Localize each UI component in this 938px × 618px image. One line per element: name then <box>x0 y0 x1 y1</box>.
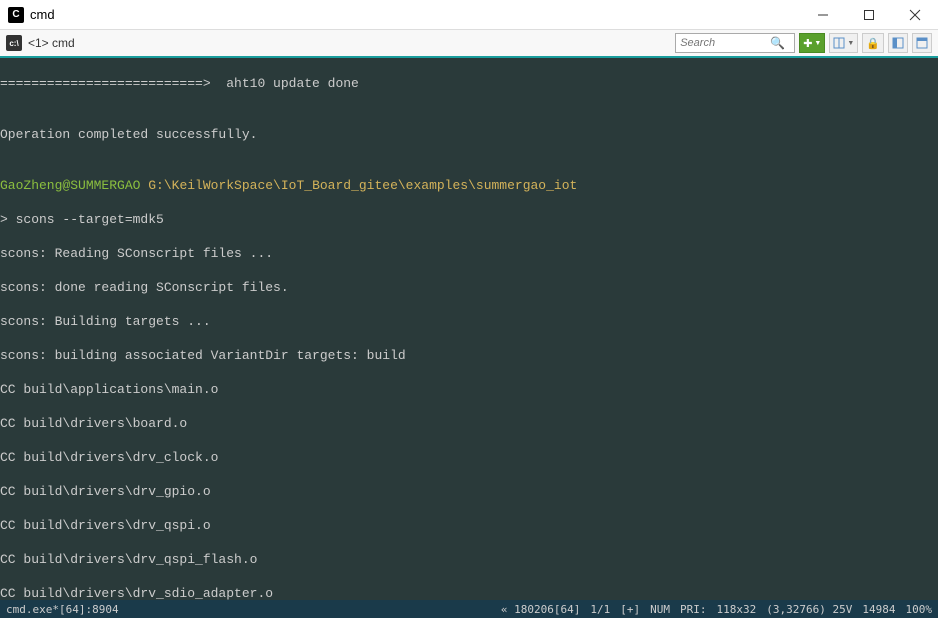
terminal-line: CC build\drivers\drv_qspi_flash.o <box>0 551 938 568</box>
window-controls <box>800 0 938 30</box>
maximize-button[interactable] <box>846 0 892 30</box>
prompt-user: GaoZheng@SUMMERGAO <box>0 178 140 193</box>
view-button-1[interactable] <box>888 33 908 53</box>
status-page: 1/1 <box>590 603 610 616</box>
status-bar: cmd.exe*[64]:8904 « 180206[64] 1/1 [+] N… <box>0 600 938 618</box>
terminal-output[interactable]: ==========================> aht10 update… <box>0 58 938 600</box>
status-pid: « 180206[64] <box>501 603 580 616</box>
status-plus: [+] <box>620 603 640 616</box>
terminal-line: scons: Reading SConscript files ... <box>0 245 938 262</box>
terminal-line: CC build\applications\main.o <box>0 381 938 398</box>
view-button-2[interactable] <box>912 33 932 53</box>
terminal-line: CC build\drivers\board.o <box>0 415 938 432</box>
terminal-line: ==========================> aht10 update… <box>0 75 938 92</box>
new-tab-button[interactable]: ✚▼ <box>799 33 825 53</box>
status-mem: 14984 <box>862 603 895 616</box>
terminal-line: scons: Building targets ... <box>0 313 938 330</box>
status-process: cmd.exe*[64]:8904 <box>6 603 119 616</box>
window-titlebar: C cmd <box>0 0 938 30</box>
prompt-path: G:\KeilWorkSpace\IoT_Board_gitee\example… <box>140 178 577 193</box>
tab-label[interactable]: <1> cmd <box>28 36 75 50</box>
terminal-command: > scons --target=mdk5 <box>0 211 938 228</box>
layout-button[interactable]: ▼ <box>829 33 858 53</box>
tab-icon: c:\ <box>6 35 22 51</box>
lock-button[interactable]: 🔒 <box>862 33 884 53</box>
search-icon[interactable]: 🔍 <box>770 36 785 50</box>
terminal-line: CC build\drivers\drv_qspi.o <box>0 517 938 534</box>
search-box[interactable]: 🔍 <box>675 33 795 53</box>
status-num: NUM <box>650 603 670 616</box>
status-pri: PRI: <box>680 603 707 616</box>
minimize-button[interactable] <box>800 0 846 30</box>
status-size: 118x32 <box>717 603 757 616</box>
app-icon: C <box>8 7 24 23</box>
terminal-prompt-line: GaoZheng@SUMMERGAO G:\KeilWorkSpace\IoT_… <box>0 177 938 194</box>
window-title: cmd <box>30 7 800 22</box>
terminal-line: scons: done reading SConscript files. <box>0 279 938 296</box>
terminal-line: CC build\drivers\drv_gpio.o <box>0 483 938 500</box>
status-cursor: (3,32766) 25V <box>766 603 852 616</box>
lock-icon: 🔒 <box>866 37 880 50</box>
terminal-line: CC build\drivers\drv_sdio_adapter.o <box>0 585 938 600</box>
status-zoom: 100% <box>906 603 933 616</box>
terminal-line: CC build\drivers\drv_clock.o <box>0 449 938 466</box>
terminal-line: scons: building associated VariantDir ta… <box>0 347 938 364</box>
terminal-line: Operation completed successfully. <box>0 126 938 143</box>
close-button[interactable] <box>892 0 938 30</box>
search-input[interactable] <box>680 37 770 49</box>
tab-toolbar: c:\ <1> cmd 🔍 ✚▼ ▼ 🔒 <box>0 30 938 58</box>
